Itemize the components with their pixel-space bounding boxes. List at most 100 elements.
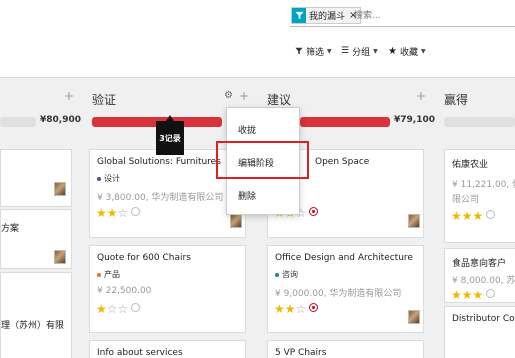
kanban-column: + ¥80,900 方案 理（苏州）有限 xyxy=(0,78,81,358)
card-title: 方案 xyxy=(1,224,20,234)
star-icon[interactable]: ★ xyxy=(473,288,484,302)
chevron-down-icon: ▼ xyxy=(373,47,378,55)
group-by-button[interactable]: ☰ 分组 ▼ xyxy=(341,44,378,58)
kanban-column-won: 赢得 佑康农业 ¥ 11,221.00, 佑丽 限公司 ★★★ 食品意向客户 ¥… xyxy=(437,78,515,358)
avatar xyxy=(408,214,420,228)
card-title: Distributor Contra xyxy=(452,314,515,324)
kanban-card[interactable]: 佑康农业 ¥ 11,221.00, 佑丽 限公司 ★★★ xyxy=(444,149,515,243)
star-icon[interactable]: ★ xyxy=(473,209,484,223)
card-title: Quote for 600 Chairs xyxy=(97,253,191,263)
star-icon[interactable]: ★ xyxy=(451,209,462,223)
favorites-label: 收藏 xyxy=(399,47,418,58)
add-card-icon[interactable]: + xyxy=(64,89,74,103)
column-progress-fill xyxy=(300,117,390,127)
status-dot-icon[interactable] xyxy=(309,303,319,312)
priority-stars[interactable]: ★★★ xyxy=(451,288,496,302)
kanban-card[interactable]: Quote for 600 Chairs 产品 ¥ 22,500.00 ★☆☆ xyxy=(89,245,246,333)
chevron-down-icon: ▼ xyxy=(420,47,426,55)
priority-stars[interactable]: ★★★ xyxy=(451,209,496,223)
add-card-icon[interactable]: + xyxy=(416,89,426,103)
status-dot-icon[interactable] xyxy=(486,289,496,298)
column-total: ¥79,100 xyxy=(394,115,435,125)
card-amount-cont: 限公司 xyxy=(452,195,480,205)
tag-dot xyxy=(97,176,101,181)
kanban-card[interactable]: 食品意向客户 ¥ 8,000.00, 苏州 ★★★ xyxy=(444,248,515,303)
column-title: 验证 xyxy=(92,93,117,107)
column-title: 赢得 xyxy=(444,93,469,107)
star-icon[interactable]: ☆ xyxy=(296,302,307,316)
star-icon[interactable]: ★ xyxy=(96,206,107,220)
kanban-card[interactable] xyxy=(0,149,72,207)
star-icon[interactable]: ★ xyxy=(107,206,118,220)
priority-stars[interactable]: ★★☆ xyxy=(96,206,141,220)
column-total: ¥80,900 xyxy=(40,115,81,125)
star-icon[interactable]: ★ xyxy=(462,209,473,223)
card-title: Open Space xyxy=(315,157,370,167)
list-icon: ☰ xyxy=(341,46,350,56)
add-card-icon[interactable]: + xyxy=(239,89,249,103)
card-tag: 设计 xyxy=(97,173,120,184)
tag-label: 设计 xyxy=(104,174,120,183)
column-progress-bar xyxy=(444,117,515,127)
card-tag: 咨询 xyxy=(275,269,298,280)
status-dot-icon[interactable] xyxy=(131,207,141,216)
kanban-card[interactable]: 5 VP Chairs xyxy=(267,340,424,358)
filter-icon xyxy=(292,8,306,23)
status-dot-icon[interactable] xyxy=(131,303,141,312)
card-title: Global Solutions: Furnitures xyxy=(97,157,221,167)
chevron-down-icon: ▼ xyxy=(327,47,332,55)
filter-icon xyxy=(295,47,303,55)
kanban-card[interactable]: Office Design and Architecture 咨询 ¥ 9,00… xyxy=(267,245,424,333)
search-facet: 我的漏斗 × xyxy=(291,7,362,24)
avatar xyxy=(230,214,242,228)
star-icon[interactable]: ☆ xyxy=(107,302,118,316)
favorites-button[interactable]: ★ 收藏 ▼ xyxy=(388,44,426,58)
star-icon[interactable]: ★ xyxy=(96,302,107,316)
search-input[interactable] xyxy=(354,8,504,23)
star-icon[interactable]: ★ xyxy=(274,302,285,316)
card-amount: ¥ 8,000.00, 苏州 xyxy=(452,276,515,286)
kanban-card[interactable]: Distributor Contra xyxy=(444,306,515,358)
card-amount: ¥ 3,800.00, 华为制造有限公司 xyxy=(97,193,224,203)
menu-item-fold[interactable]: 收拢 xyxy=(238,123,256,136)
priority-stars[interactable]: ★★☆ xyxy=(274,302,319,316)
star-icon[interactable]: ☆ xyxy=(118,206,129,220)
card-title: 5 VP Chairs xyxy=(275,348,327,358)
star-icon[interactable]: ☆ xyxy=(118,302,129,316)
kanban-card[interactable]: 方案 xyxy=(0,209,72,269)
tag-label: 产品 xyxy=(104,270,120,279)
kanban-card[interactable]: 理（苏州）有限 xyxy=(0,272,72,358)
star-icon[interactable]: ★ xyxy=(285,302,296,316)
column-progress-bar xyxy=(300,117,390,127)
status-dot-icon[interactable] xyxy=(486,210,496,219)
tag-label: 咨询 xyxy=(282,270,298,279)
kanban-card[interactable]: Info about services xyxy=(89,340,246,358)
avatar xyxy=(408,310,420,324)
card-title: 佑康农业 xyxy=(452,160,489,170)
facet-label: 我的漏斗 xyxy=(309,12,346,22)
card-title: 食品意向客户 xyxy=(452,259,507,269)
star-icon: ★ xyxy=(388,45,397,57)
column-progress-bar xyxy=(0,117,36,127)
menu-item-delete[interactable]: 删除 xyxy=(238,189,256,202)
tag-dot xyxy=(275,272,279,277)
star-icon[interactable]: ★ xyxy=(462,288,473,302)
filter-label: 筛选 xyxy=(306,47,325,58)
status-dot-icon[interactable] xyxy=(309,207,319,216)
tag-dot xyxy=(97,272,101,277)
card-amount: ¥ 22,500.00 xyxy=(97,286,152,296)
highlight-box xyxy=(216,141,309,179)
priority-stars[interactable]: ★☆☆ xyxy=(96,302,141,316)
column-title: 建议 xyxy=(267,93,292,107)
card-amount: ¥ 9,000.00, 华为制造有限公司 xyxy=(275,289,402,299)
avatar xyxy=(54,182,66,196)
filter-button[interactable]: 筛选 ▼ xyxy=(295,44,332,58)
star-icon[interactable]: ★ xyxy=(451,288,462,302)
card-amount: ¥ 11,221.00, 佑丽 xyxy=(452,180,515,190)
card-title: Info about services xyxy=(97,348,183,358)
card-tag: 产品 xyxy=(97,269,120,280)
gear-icon[interactable]: ⚙ xyxy=(224,90,233,101)
record-count-tooltip: 3记录 xyxy=(156,115,184,155)
search-bar: 我的漏斗 × xyxy=(290,5,515,27)
tooltip-text: 3记录 xyxy=(159,133,181,143)
